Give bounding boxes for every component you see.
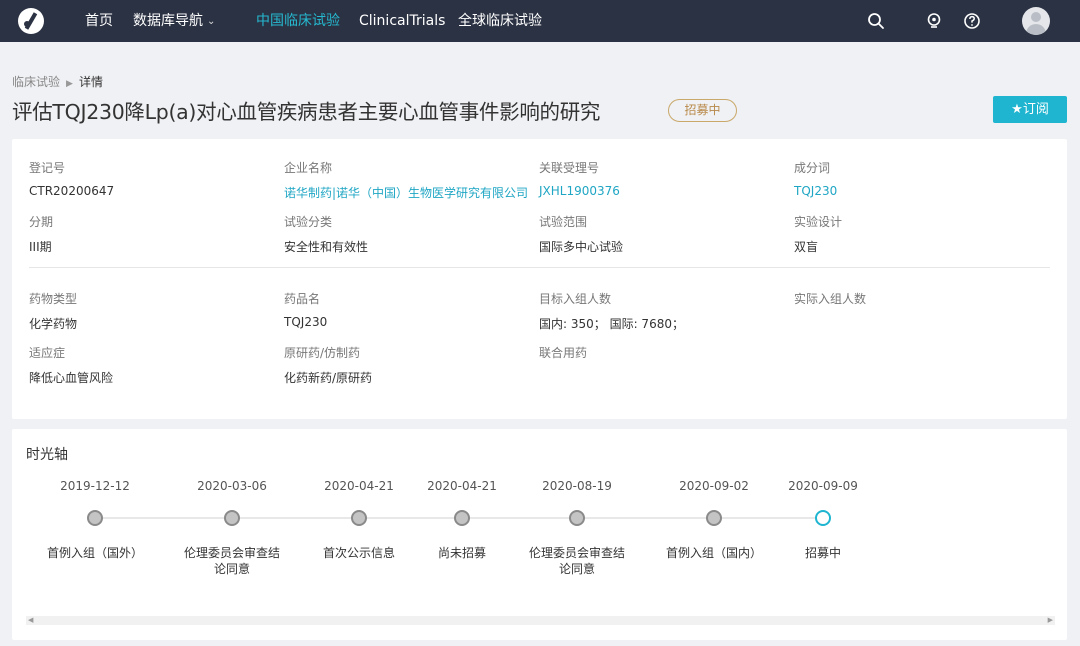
trial-info-card: 登记号 CTR20200647 企业名称 诺华制药|诺华（中国）生物医学研究有限公司… (12, 139, 1067, 419)
chevron-down-icon: ⌄ (207, 16, 216, 27)
divider (29, 267, 1050, 268)
timeline-date: 2020-04-21 (324, 479, 394, 493)
field-drug-type: 药物类型 化学药物 (29, 292, 78, 331)
timeline-label: 伦理委员会审查结论同意 (528, 546, 625, 576)
timeline-node[interactable] (454, 510, 470, 526)
timeline-label: 首例入组（国外） (46, 546, 143, 560)
field-actual-enroll: 实际入组人数 (794, 292, 867, 306)
breadcrumb-parent[interactable]: 临床试验 (12, 75, 60, 89)
field-indication: 适应症 降低心血管风险 (29, 346, 114, 385)
timeline-title: 时光轴 (26, 447, 68, 463)
nav-database[interactable]: 数据库导航 ⌄ (133, 0, 215, 42)
breadcrumb: 临床试验 ▶ 详情 (12, 73, 103, 90)
horizontal-scrollbar[interactable]: ◀ ▶ (26, 616, 1055, 625)
breadcrumb-separator-icon: ▶ (66, 79, 73, 89)
ingredient-link[interactable]: TQJ230 (794, 184, 837, 198)
avatar-icon[interactable] (1022, 7, 1050, 35)
page-title: 评估TQJ230降Lp(a)对心血管疾病患者主要心血管事件影响的研究 (12, 100, 601, 124)
field-original: 原研药/仿制药 化药新药/原研药 (284, 346, 373, 385)
subscribe-button[interactable]: ★订阅 (993, 96, 1067, 123)
timeline-date: 2020-09-09 (788, 479, 858, 493)
field-scope: 试验范围 国际多中心试验 (539, 215, 624, 254)
company-link[interactable]: 诺华制药|诺华（中国）生物医学研究有限公司 (284, 184, 528, 201)
timeline-label: 尚未招募 (437, 546, 486, 560)
field-accept-no: 关联受理号 JXHL1900376 (539, 161, 620, 198)
timeline-date: 2020-03-06 (197, 479, 267, 493)
field-drug-name: 药品名 TQJ230 (284, 292, 328, 329)
field-company: 企业名称 诺华制药|诺华（中国）生物医学研究有限公司 (284, 161, 529, 201)
accept-no-link[interactable]: JXHL1900376 (539, 184, 620, 198)
field-category: 试验分类 安全性和有效性 (284, 215, 369, 254)
timeline-node[interactable] (569, 510, 585, 526)
field-combo: 联合用药 (539, 346, 588, 360)
scroll-right-icon[interactable]: ▶ (1048, 616, 1053, 625)
timeline-label: 首次公示信息 (322, 546, 395, 560)
logo-icon[interactable] (18, 8, 44, 34)
timeline-card: 时光轴 2019-12-12 首例入组（国外） 2020-03-06 伦理委员会… (12, 429, 1067, 640)
timeline-date: 2020-09-02 (679, 479, 749, 493)
reg-no-value: CTR20200647 (29, 184, 115, 198)
timeline-node[interactable] (87, 510, 103, 526)
top-navbar: 首页 数据库导航 ⌄ 中国临床试验 ClinicalTrials 全球临床试验 (0, 0, 1080, 42)
field-design: 实验设计 双盲 (794, 215, 843, 254)
timeline-label: 招募中 (804, 546, 841, 560)
timeline-date: 2020-04-21 (427, 479, 497, 493)
timeline-date: 2019-12-12 (60, 479, 130, 493)
nav-china-trials[interactable]: 中国临床试验 (256, 0, 340, 42)
nav-global-trials[interactable]: 全球临床试验 (458, 0, 542, 42)
help-icon[interactable] (962, 11, 982, 31)
timeline-date: 2020-08-19 (542, 479, 612, 493)
timeline-node[interactable] (351, 510, 367, 526)
breadcrumb-current: 详情 (78, 75, 103, 89)
timeline-label: 首例入组（国内） (665, 546, 762, 560)
lightbulb-icon[interactable] (924, 11, 944, 31)
timeline-node-current[interactable] (815, 510, 831, 526)
field-phase: 分期 III期 (29, 215, 54, 254)
field-reg-no: 登记号 CTR20200647 (29, 161, 115, 198)
nav-home[interactable]: 首页 (85, 0, 113, 42)
field-ingredient: 成分词 TQJ230 (794, 161, 838, 198)
timeline-label: 伦理委员会审查结论同意 (183, 546, 280, 576)
timeline-node[interactable] (706, 510, 722, 526)
timeline-node[interactable] (224, 510, 240, 526)
scroll-left-icon[interactable]: ◀ (28, 616, 33, 625)
status-badge: 招募中 (668, 99, 737, 122)
search-icon[interactable] (866, 11, 886, 31)
nav-clinicaltrials[interactable]: ClinicalTrials (359, 0, 445, 42)
field-target-enroll: 目标入组人数 国内: 350； 国际: 7680； (539, 292, 684, 331)
